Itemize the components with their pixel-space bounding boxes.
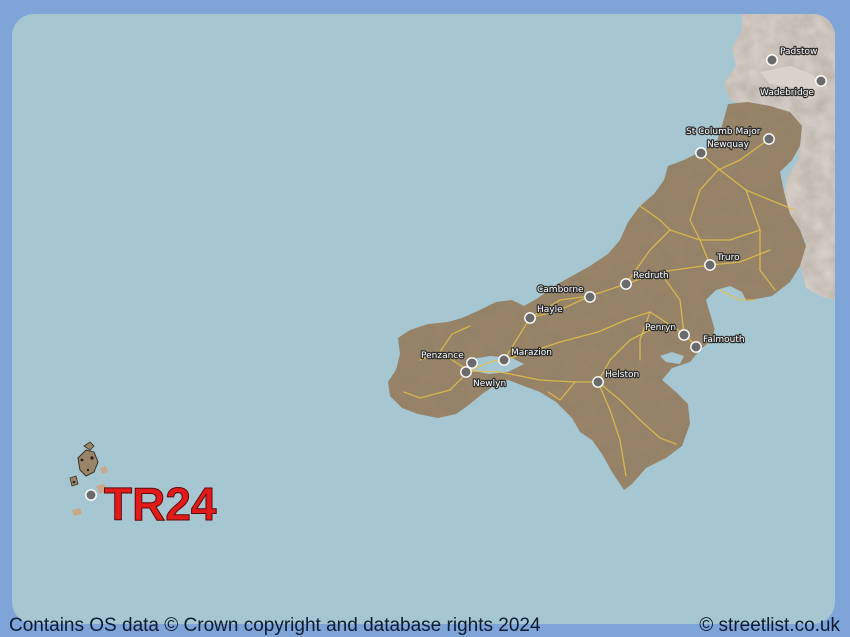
svg-text:Wadebridge: Wadebridge — [760, 88, 814, 98]
postcode-label: TR24 — [104, 478, 217, 530]
site-credit[interactable]: © streetlist.co.uk — [699, 615, 840, 637]
svg-text:Camborne: Camborne — [537, 285, 584, 295]
svg-text:Redruth: Redruth — [633, 271, 669, 281]
svg-text:Falmouth: Falmouth — [703, 335, 745, 345]
map-frame: Padstow Wadebridge St Columb Major Newqu… — [0, 0, 850, 637]
map-canvas[interactable]: Padstow Wadebridge St Columb Major Newqu… — [0, 0, 850, 637]
svg-text:Padstow: Padstow — [780, 47, 817, 57]
postcode-marker[interactable]: TR24 — [85, 478, 217, 531]
svg-text:Hayle: Hayle — [537, 305, 563, 315]
svg-text:Newlyn: Newlyn — [473, 379, 506, 389]
svg-text:Penzance: Penzance — [421, 351, 464, 361]
footer: Contains OS data © Crown copyright and d… — [0, 611, 850, 637]
svg-text:Truro: Truro — [716, 253, 740, 263]
svg-text:St Columb Major: St Columb Major — [686, 127, 761, 137]
svg-text:Marazion: Marazion — [511, 348, 552, 358]
map-attribution: Contains OS data © Crown copyright and d… — [9, 615, 541, 636]
svg-text:Newquay: Newquay — [707, 140, 750, 150]
svg-text:Penryn: Penryn — [645, 323, 676, 333]
svg-text:Helston: Helston — [605, 370, 639, 380]
